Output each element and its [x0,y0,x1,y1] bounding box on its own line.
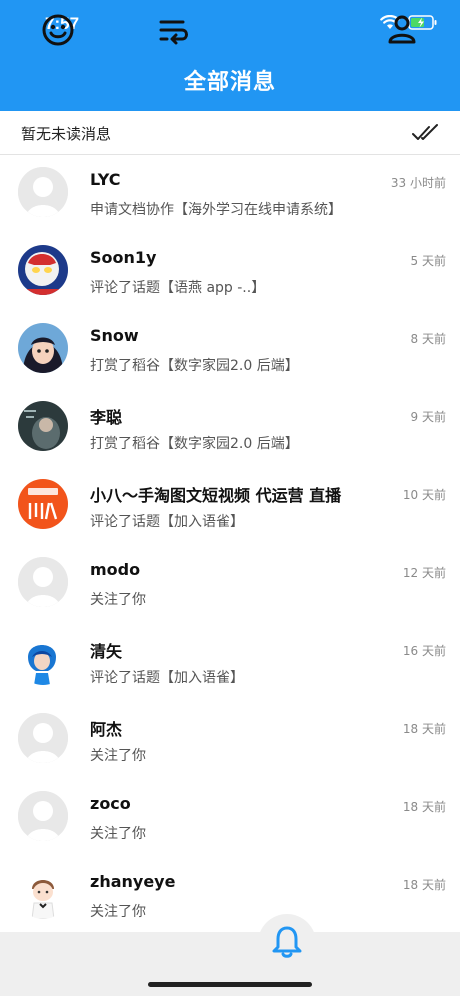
message-row[interactable]: zoco 18 天前 关注了你 [0,779,460,857]
sender-name: 阿杰 [90,720,123,739]
message-time: 9 天前 [410,410,446,424]
message-row[interactable]: 小八～手淘图文短视频 代运营 直播 10 天前 评论了话题【加入语雀】 [0,467,460,545]
avatar-orange-logo-icon[interactable] [18,479,68,529]
sender-name: zoco [90,794,131,813]
message-time: 12 天前 [402,566,446,580]
message-time: 18 天前 [402,878,446,892]
message-row[interactable]: Snow 8 天前 打赏了稻谷【数字家园2.0 后端】 [0,311,460,389]
message-time: 33 小时前 [390,176,446,190]
avatar-default-icon[interactable] [18,713,68,763]
home-indicator [148,982,312,987]
sender-name: 清矢 [90,642,123,661]
message-text: 打赏了稻谷【数字家园2.0 后端】 [90,436,299,452]
message-time: 10 天前 [402,488,446,502]
avatar-default-icon[interactable] [18,167,68,217]
page-title: 全部消息 [183,70,276,95]
avatar-default-icon[interactable] [18,791,68,841]
message-row[interactable]: zhanyeye 18 天前 关注了你 [0,857,460,935]
message-time: 18 天前 [402,722,446,736]
avatar-anime-girl-icon[interactable] [18,323,68,373]
message-row[interactable]: modo 12 天前 关注了你 [0,545,460,623]
mark-all-read-icon[interactable] [412,123,440,143]
message-time: 18 天前 [402,800,446,814]
person-icon[interactable] [384,12,420,48]
message-row[interactable]: 清矢 16 天前 评论了话题【加入语雀】 [0,623,460,701]
avatar-default-icon[interactable] [18,557,68,607]
message-row[interactable]: Soon1y 5 天前 评论了话题【语燕 app -..】 [0,233,460,311]
message-time: 5 天前 [410,254,446,268]
bell-icon[interactable] [269,924,305,960]
avatar-cartoon-boy-icon[interactable] [18,869,68,919]
message-text: 关注了你 [90,826,146,842]
message-row[interactable]: LYC 33 小时前 申请文档协作【海外学习在线申请系统】 [0,155,460,233]
message-time: 8 天前 [410,332,446,346]
message-row[interactable]: 阿杰 18 天前 关注了你 [0,701,460,779]
sender-name: 李聪 [90,408,123,427]
message-text: 关注了你 [90,592,146,608]
sender-name: Soon1y [90,248,157,267]
message-text: 申请文档协作【海外学习在线申请系统】 [90,202,342,218]
message-text: 评论了话题【加入语雀】 [90,670,244,686]
sender-name: zhanyeye [90,872,176,891]
message-text: 评论了话题【加入语雀】 [90,514,244,530]
sender-name: LYC [90,170,121,189]
avatar-dark-photo-icon[interactable] [18,401,68,451]
sender-name: modo [90,560,141,579]
message-time: 16 天前 [402,644,446,658]
message-text: 打赏了稻谷【数字家园2.0 后端】 [90,358,299,374]
smile-icon[interactable] [40,12,76,48]
sender-name: 小八～手淘图文短视频 代运营 直播 [90,486,342,505]
unread-status-text: 暂无未读消息 [21,125,112,143]
message-list: LYC 33 小时前 申请文档协作【海外学习在线申请系统】 Soon1y 5 天… [0,155,460,935]
message-text: 评论了话题【语燕 app -..】 [90,280,266,296]
avatar-ultraman-icon[interactable] [18,245,68,295]
message-text: 关注了你 [90,748,146,764]
avatar-blue-hair-icon[interactable] [18,635,68,685]
unread-status-bar: 暂无未读消息 [0,111,460,155]
list-swap-icon[interactable] [156,12,192,48]
message-row[interactable]: 李聪 9 天前 打赏了稻谷【数字家园2.0 后端】 [0,389,460,467]
sender-name: Snow [90,326,139,345]
message-text: 关注了你 [90,904,146,920]
